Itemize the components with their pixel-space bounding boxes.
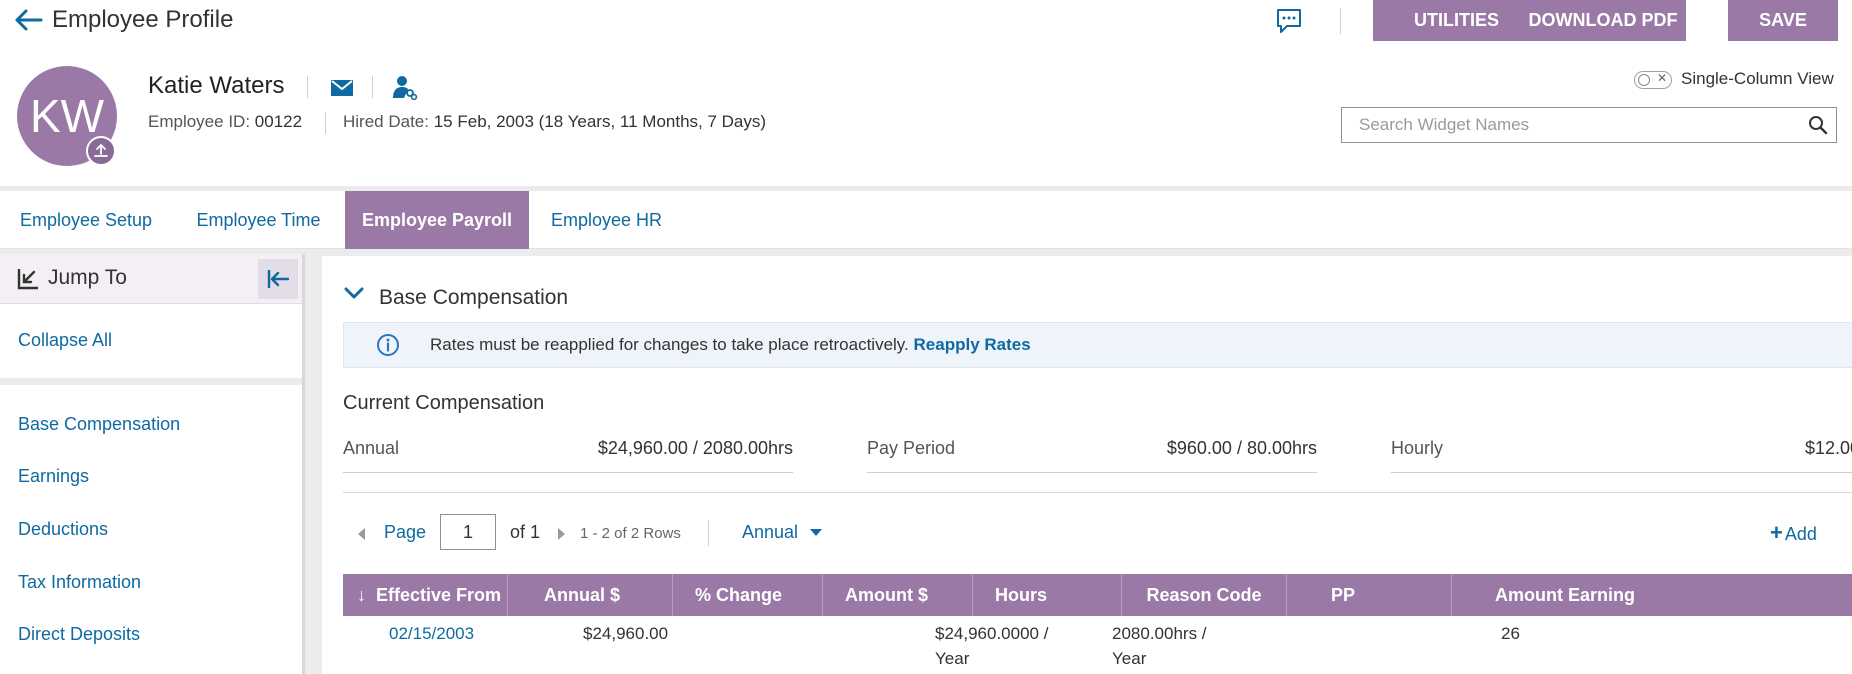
add-label: Add (1784, 524, 1817, 544)
employee-id-value: 00122 (254, 112, 303, 131)
save-button[interactable]: SAVE (1728, 0, 1838, 41)
page-number-input[interactable] (440, 514, 496, 550)
column-label: Effective From (376, 584, 502, 605)
tab-employee-payroll[interactable]: Employee Payroll (345, 191, 529, 249)
section-title: Base Compensation (379, 286, 569, 309)
mail-icon[interactable] (330, 78, 354, 98)
sidebar-item-base-compensation[interactable]: Base Compensation (18, 414, 180, 435)
current-compensation-title: Current Compensation (343, 392, 545, 414)
jump-to-title: Jump To (48, 266, 127, 289)
jump-to-header: Jump To (0, 254, 302, 304)
back-arrow-icon[interactable] (14, 8, 44, 32)
sidebar-divider (0, 378, 302, 385)
sidebar-item-tax-information[interactable]: Tax Information (18, 572, 141, 593)
employee-id: Employee ID: 00122 (148, 112, 302, 132)
hired-date: Hired Date: 15 Feb, 2003 (18 Years, 11 M… (343, 112, 766, 132)
employee-id-label: Employee ID: (148, 112, 251, 131)
search-icon[interactable] (1808, 115, 1828, 135)
employee-profile-header: KW Katie Waters Employee ID: 00122 Hired… (0, 42, 1852, 188)
amount-cell-line2: Year (935, 649, 970, 668)
grid-pager: Page of 1 1 - 2 of 2 Rows Annual +Add (322, 514, 1852, 554)
previous-page-icon[interactable] (358, 528, 365, 540)
column-effective-from[interactable]: ↓ Effective From (343, 574, 508, 616)
toolbar-divider (1340, 8, 1341, 34)
hourly-underline (1391, 472, 1852, 473)
download-pdf-button[interactable]: DOWNLOAD PDF (1520, 0, 1686, 41)
collapse-left-icon (267, 270, 289, 288)
column-pct-change[interactable]: % Change (673, 574, 823, 616)
hired-date-value: 15 Feb, 2003 (18 Years, 11 Months, 7 Day… (433, 112, 767, 131)
sidebar-edge (302, 254, 305, 674)
column-amount[interactable]: Amount $ (823, 574, 973, 616)
widget-search (1341, 107, 1837, 143)
pay-period-value: $960.00 / 80.00hrs (1166, 438, 1317, 458)
row-count: 1 - 2 of 2 Rows (580, 525, 681, 542)
toggle-off-icon: ✕ (1657, 71, 1668, 85)
chevron-down-icon[interactable] (344, 286, 364, 300)
column-pp[interactable]: PP (1287, 574, 1452, 616)
info-text: Rates must be reapplied for changes to t… (430, 335, 909, 354)
single-column-label: Single-Column View (1681, 69, 1834, 88)
employee-name: Katie Waters (148, 72, 285, 99)
pp-cell: 26 (1501, 624, 1520, 643)
page-count: of 1 (510, 522, 541, 542)
hours-cell-line1: 2080.00hrs / (1112, 624, 1207, 643)
jump-arrow-icon (16, 267, 40, 291)
main-tabs: Employee Setup Employee Time Employee Pa… (0, 191, 1852, 249)
reapply-rates-link[interactable]: Reapply Rates (914, 335, 1031, 354)
annual-cell: $24,960.00 (583, 624, 669, 643)
view-selector[interactable]: Annual (742, 522, 798, 543)
next-page-icon[interactable] (558, 528, 565, 540)
add-button[interactable]: + Add (1770, 520, 1817, 546)
page-title: Employee Profile (52, 6, 234, 33)
info-banner: Rates must be reapplied for changes to t… (343, 322, 1852, 368)
hired-date-label: Hired Date: (343, 112, 429, 131)
chat-icon[interactable] (1274, 6, 1304, 36)
person-link-icon[interactable] (392, 74, 418, 101)
tab-employee-hr[interactable]: Employee HR (529, 191, 684, 249)
annual-label: Annual (343, 438, 400, 458)
hourly-value: $12.00 (1804, 438, 1852, 458)
single-column-toggle[interactable]: ✕ (1634, 71, 1672, 89)
column-amount-earning[interactable]: Amount Earning (1452, 574, 1852, 616)
sidebar-item-direct-deposits[interactable]: Direct Deposits (18, 624, 140, 645)
toggle-knob (1638, 74, 1650, 86)
info-icon (376, 333, 400, 357)
info-message: Rates must be reapplied for changes to t… (430, 335, 1031, 355)
column-reason-code[interactable]: Reason Code (1122, 574, 1287, 616)
hourly-label: Hourly (1391, 438, 1444, 458)
column-annual[interactable]: Annual $ (508, 574, 673, 616)
base-compensation-widget: Base Compensation Rates must be reapplie… (322, 256, 1852, 674)
collapse-sidebar-button[interactable] (258, 259, 298, 299)
grid-header: ↓ Effective From Annual $ % Change Amoun… (343, 574, 1852, 616)
hours-cell-line2: Year (1112, 649, 1147, 668)
page-label: Page (384, 522, 427, 542)
jump-to-sidebar: Jump To Collapse All Base Compensation E… (0, 254, 302, 674)
annual-value: $24,960.00 / 2080.00hrs (597, 438, 793, 458)
top-bar: Employee Profile UTILITIES DOWNLOAD PDF … (0, 0, 1852, 42)
tab-employee-time[interactable]: Employee Time (172, 191, 345, 249)
section-divider (343, 492, 1852, 493)
tab-employee-setup[interactable]: Employee Setup (0, 191, 172, 249)
sidebar-item-earnings[interactable]: Earnings (18, 466, 89, 487)
amount-cell-line1: $24,960.0000 / (935, 624, 1049, 643)
caret-down-icon[interactable] (810, 529, 822, 536)
divider (307, 76, 308, 98)
annual-underline (343, 472, 793, 473)
collapse-all-link[interactable]: Collapse All (18, 330, 112, 351)
effective-from-cell[interactable]: 02/15/2003 (389, 622, 474, 646)
divider (372, 76, 373, 98)
column-hours[interactable]: Hours (973, 574, 1122, 616)
widget-search-input[interactable] (1342, 108, 1797, 142)
pager-divider (708, 520, 709, 546)
plus-icon: + (1770, 520, 1783, 545)
sort-down-icon[interactable]: ↓ (357, 585, 366, 606)
pay-period-label: Pay Period (867, 438, 956, 458)
sidebar-item-deductions[interactable]: Deductions (18, 519, 108, 540)
utilities-button[interactable]: UTILITIES (1373, 0, 1540, 41)
upload-photo-icon[interactable] (86, 136, 116, 166)
divider (325, 112, 326, 134)
pay-period-underline (867, 472, 1317, 473)
